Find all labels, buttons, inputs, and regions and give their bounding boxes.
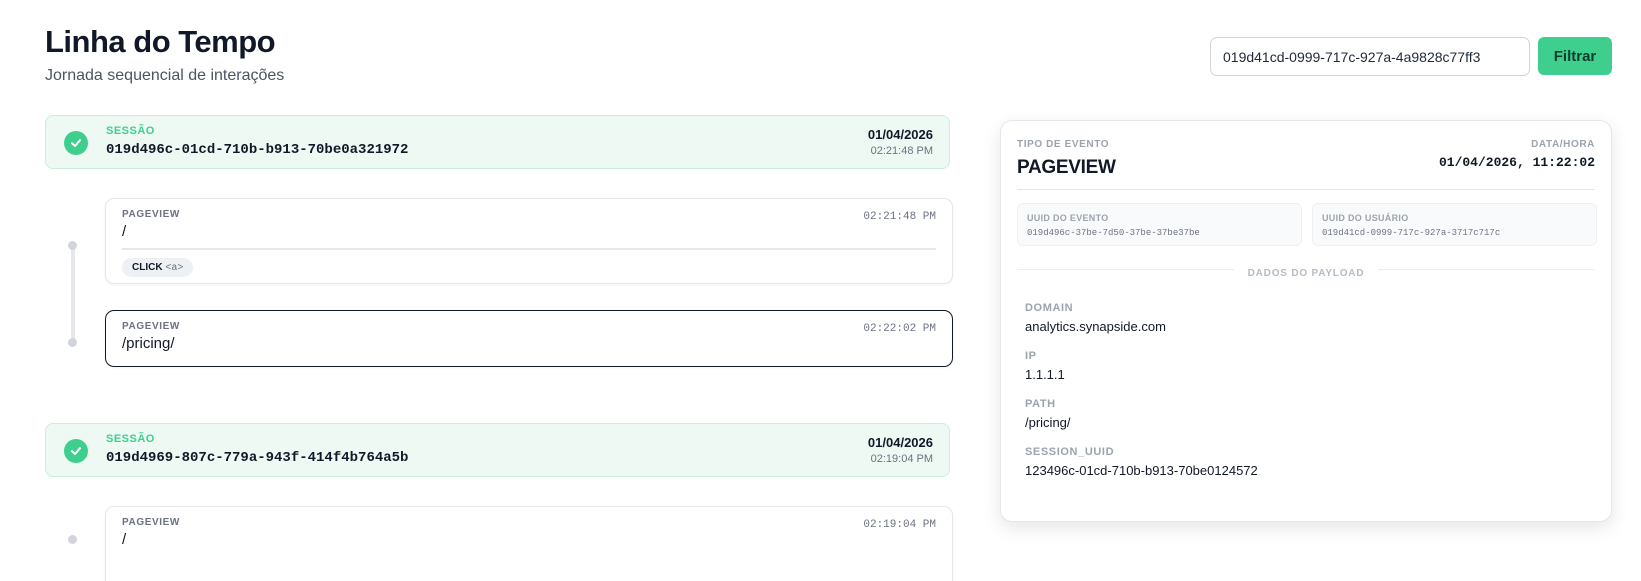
event-time: 02:19:04 PM [863, 519, 936, 531]
payload-value: 1.1.1.1 [1025, 367, 1065, 382]
payload-value: analytics.synapside.com [1025, 319, 1166, 334]
page-title: Linha do Tempo [45, 24, 276, 59]
badge-tag: <a> [165, 263, 184, 274]
event-uuid-box: UUID DO EVENTO 019d496c-37be-7d50-37be-3… [1017, 203, 1302, 246]
timeline-dot [68, 535, 77, 544]
panel-divider [1017, 189, 1595, 190]
event-type: PAGEVIEW [122, 209, 180, 220]
event-card[interactable]: PAGEVIEW / 02:19:04 PM [105, 506, 953, 581]
payload-value: 123496c-01cd-710b-b913-70be0124572 [1025, 463, 1258, 478]
event-divider [122, 248, 936, 250]
session-label: SESSÃO [106, 125, 155, 137]
payload-key: PATH [1025, 398, 1056, 410]
timeline-dot [68, 241, 77, 250]
check-circle-icon [64, 439, 88, 463]
event-type: PAGEVIEW [122, 321, 180, 332]
event-card-selected[interactable]: PAGEVIEW /pricing/ 02:22:02 PM [105, 310, 953, 367]
payload-key: DOMAIN [1025, 302, 1074, 314]
payload-value: /pricing/ [1025, 415, 1071, 430]
payload-key: SESSION_UUID [1025, 446, 1115, 458]
event-detail-panel: TIPO DE EVENTO PAGEVIEW DATA/HORA 01/04/… [1000, 120, 1612, 522]
user-uuid-caption: UUID DO USUÁRIO [1322, 213, 1409, 223]
event-uuid-caption: UUID DO EVENTO [1027, 213, 1109, 223]
event-type-value: PAGEVIEW [1017, 157, 1116, 178]
datetime-caption: DATA/HORA [1531, 139, 1595, 150]
payload-title: DADOS DO PAYLOAD [1233, 268, 1379, 279]
event-path: / [122, 223, 127, 240]
event-time: 02:21:48 PM [863, 211, 936, 223]
interaction-badge: CLICK <a> [122, 258, 194, 277]
session-date: 01/04/2026 [867, 435, 933, 450]
page-subtitle: Jornada sequencial de interações [45, 67, 285, 84]
filter-button[interactable]: Filtrar [1538, 37, 1612, 75]
event-uuid-value: 019d496c-37be-7d50-37be-37be37be [1027, 228, 1200, 238]
check-circle-icon [64, 131, 88, 155]
session-date: 01/04/2026 [867, 127, 933, 142]
user-uuid-value: 019d41cd-0999-717c-927a-3717c717c [1322, 228, 1501, 238]
datetime-value: 01/04/2026, 11:22:02 [1438, 155, 1595, 170]
session-header[interactable]: SESSÃO 019d4969-807c-779a-943f-414f4b764… [45, 423, 950, 477]
event-path: / [122, 531, 127, 548]
session-header[interactable]: SESSÃO 019d496c-01cd-710b-b913-70be0a321… [45, 115, 950, 169]
event-path: /pricing/ [122, 335, 175, 352]
session-uuid: 019d496c-01cd-710b-b913-70be0a321972 [106, 142, 409, 158]
session-uuid: 019d4969-807c-779a-943f-414f4b764a5b [106, 450, 409, 466]
badge-action: CLICK [132, 262, 163, 273]
event-card[interactable]: PAGEVIEW / 02:21:48 PM CLICK <a> [105, 198, 953, 284]
session-label: SESSÃO [106, 433, 155, 445]
user-uuid-filter-input[interactable] [1210, 37, 1530, 76]
timeline-page: Linha do Tempo Jornada sequencial de int… [0, 0, 1641, 581]
payload-key: IP [1025, 350, 1037, 362]
event-type: PAGEVIEW [122, 517, 180, 528]
event-type-caption: TIPO DE EVENTO [1017, 139, 1110, 150]
session-time: 02:19:04 PM [870, 453, 933, 465]
session-time: 02:21:48 PM [870, 145, 933, 157]
timeline-rail [71, 246, 75, 342]
timeline-dot [68, 338, 77, 347]
event-time: 02:22:02 PM [863, 323, 936, 335]
user-uuid-box: UUID DO USUÁRIO 019d41cd-0999-717c-927a-… [1312, 203, 1597, 246]
